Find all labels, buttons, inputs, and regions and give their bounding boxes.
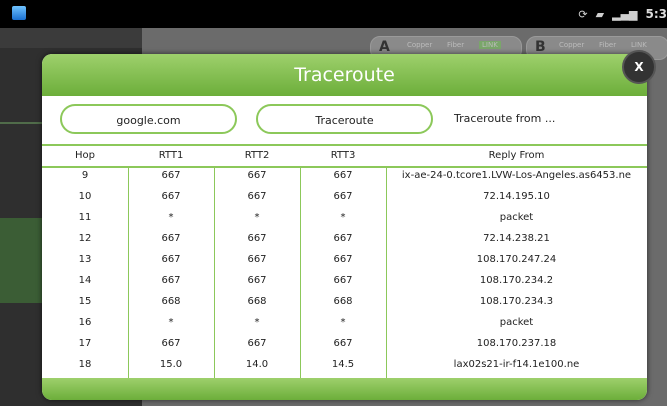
rtt1-cell: 667 [161,233,181,244]
reply-from-cell: 108.170.234.3 [479,296,554,307]
reply-from-cell: 108.170.237.18 [476,338,557,349]
rtt2-cell: 14.0 [245,359,269,370]
dialog-footer [42,378,647,400]
table-row: 13 667 667 667 108.170.247.24 [42,250,647,271]
rtt1-cell: 667 [161,170,181,181]
rtt2-cell: 668 [247,296,267,307]
rtt3-cell: 667 [333,254,353,265]
rtt3-cell: 667 [333,233,353,244]
rtt1-cell: * [168,317,174,328]
column-header-rtt2: RTT2 [244,150,270,161]
traceroute-button[interactable]: Traceroute [256,104,433,134]
hop-cell: 10 [78,191,92,202]
rtt2-cell: 667 [247,254,267,265]
reply-from-cell: 72.14.238.21 [483,233,550,244]
table-header: Hop RTT1 RTT2 RTT3 Reply From [42,144,647,168]
rtt3-cell: 667 [333,338,353,349]
table-row: 12 667 667 667 72.14.238.21 [42,229,647,250]
rtt3-cell: * [340,317,346,328]
rtt1-cell: 667 [161,191,181,202]
traceroute-controls: google.com Traceroute Traceroute from ..… [42,96,647,142]
hop-cell: 17 [78,338,92,349]
table-row: 18 15.0 14.0 14.5 lax02s21-ir-f14.1e100.… [42,355,647,376]
dialog-title: Traceroute [294,64,395,86]
rtt3-cell: * [340,212,346,223]
hop-cell: 13 [78,254,92,265]
hop-cell: 11 [78,212,92,223]
reply-from-cell: 108.170.247.24 [476,254,557,265]
traceroute-from-label: Traceroute from ... [454,112,556,125]
rtt1-cell: 668 [161,296,181,307]
reply-from-cell: packet [499,212,534,223]
sd-card-icon: ▰ [595,7,605,21]
traceroute-table-body[interactable]: 9 667 667 667 ix-ae-24-0.tcore1.LVW-Los-… [42,166,647,378]
traceroute-dialog: Traceroute google.com Traceroute Tracero… [42,54,647,400]
status-bar: ⟳ ▰ ▂▄▆ 5:3 [0,0,667,28]
hop-cell: 12 [78,233,92,244]
table-row: 17 667 667 667 108.170.237.18 [42,334,647,355]
host-input[interactable]: google.com [60,104,237,134]
column-header-rtt3: RTT3 [330,150,356,161]
table-row: 11 * * * packet [42,208,647,229]
rtt1-cell: 667 [161,254,181,265]
rtt2-cell: 667 [247,233,267,244]
rtt2-cell: 667 [247,170,267,181]
close-button[interactable]: X [622,50,656,84]
hop-cell: 15 [78,296,92,307]
rtt2-cell: 667 [247,191,267,202]
status-icons: ⟳ ▰ ▂▄▆ 5:3 [578,6,667,22]
rtt3-cell: 667 [333,191,353,202]
reply-from-cell: packet [499,317,534,328]
hop-cell: 9 [81,170,89,181]
column-header-rtt1: RTT1 [158,150,184,161]
rtt2-cell: 667 [247,275,267,286]
column-header-reply-from: Reply From [488,150,545,161]
rtt2-cell: 667 [247,338,267,349]
reply-from-cell: 108.170.234.2 [479,275,554,286]
reply-from-cell: 72.14.195.10 [483,191,550,202]
sync-icon: ⟳ [578,7,588,21]
hop-cell: 14 [78,275,92,286]
rtt3-cell: 667 [333,275,353,286]
column-header-hop: Hop [75,150,95,161]
rtt2-cell: * [254,212,260,223]
hop-cell: 18 [78,359,92,370]
reply-from-cell: lax02s21-ir-f14.1e100.ne [453,359,580,370]
rtt3-cell: 667 [333,170,353,181]
rtt1-cell: 667 [161,338,181,349]
table-row: 9 667 667 667 ix-ae-24-0.tcore1.LVW-Los-… [42,166,647,187]
rtt1-cell: 15.0 [159,359,183,370]
rtt3-cell: 668 [333,296,353,307]
table-row: 10 667 667 667 72.14.195.10 [42,187,647,208]
status-clock: 5:3 [645,7,667,21]
app-notification-icon [12,6,26,20]
reply-from-cell: ix-ae-24-0.tcore1.LVW-Los-Angeles.as6453… [401,170,632,181]
table-row: 15 668 668 668 108.170.234.3 [42,292,647,313]
rtt2-cell: * [254,317,260,328]
dialog-header: Traceroute [42,54,647,96]
signal-icon: ▂▄▆ [612,7,638,21]
table-row: 16 * * * packet [42,313,647,334]
rtt3-cell: 14.5 [331,359,355,370]
background-panel-header [0,28,142,48]
rtt1-cell: 667 [161,275,181,286]
hop-cell: 16 [78,317,92,328]
close-icon: X [634,60,644,74]
table-row: 14 667 667 667 108.170.234.2 [42,271,647,292]
rtt1-cell: * [168,212,174,223]
